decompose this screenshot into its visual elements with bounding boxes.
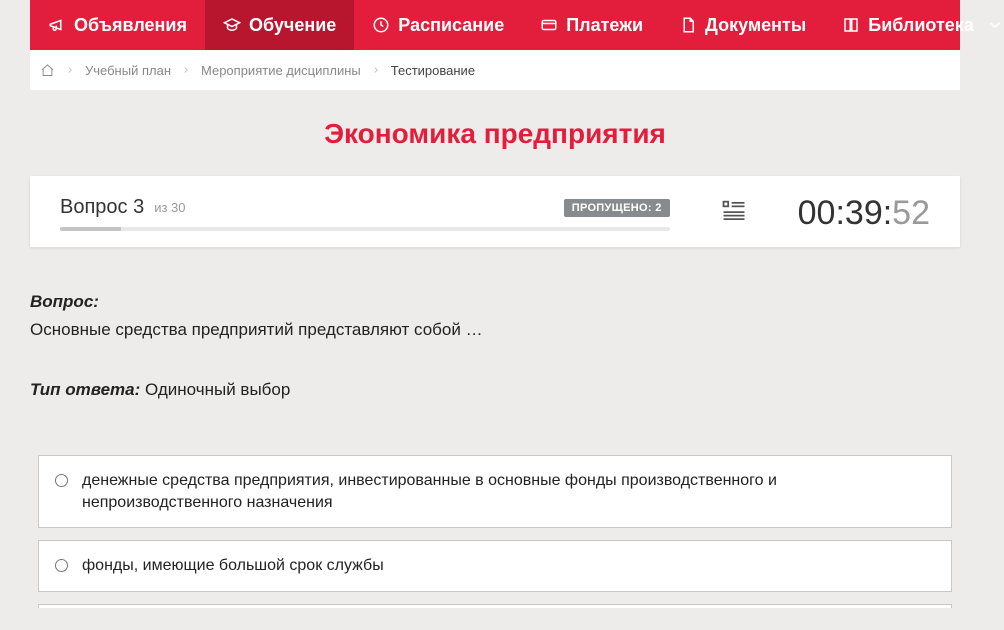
nav-documents[interactable]: Документы	[661, 0, 824, 50]
answer-type-value: Одиночный выбор	[145, 380, 290, 399]
chevron-right-icon	[181, 63, 191, 78]
progress-fill	[60, 227, 121, 231]
breadcrumb-current: Тестирование	[391, 63, 475, 78]
nav-payments[interactable]: Платежи	[522, 0, 661, 50]
question-text: Основные средства предприятий представля…	[30, 320, 960, 340]
top-nav: Объявления Обучение Расписание Платежи Д…	[30, 0, 960, 50]
question-total: из 30	[154, 200, 185, 215]
book-icon	[842, 16, 860, 34]
quiz-status-bar: Вопрос 3 из 30 ПРОПУЩЕНО: 2 00:39:52	[30, 176, 960, 247]
question-content: Вопрос: Основные средства предприятий пр…	[30, 292, 960, 608]
timer: 00:39:52	[798, 194, 930, 233]
document-icon	[679, 16, 697, 34]
chevron-right-icon	[371, 63, 381, 78]
graduation-icon	[223, 16, 241, 34]
radio-input[interactable]	[55, 559, 68, 572]
page-title: Экономика предприятия	[0, 118, 990, 150]
breadcrumb: Учебный план Мероприятие дисциплины Тест…	[30, 50, 960, 90]
home-icon[interactable]	[40, 63, 55, 78]
nav-label: Документы	[705, 15, 806, 36]
chevron-down-icon	[986, 16, 1004, 34]
nav-label: Обучение	[249, 15, 336, 36]
card-icon	[540, 16, 558, 34]
nav-label: Библиотека	[868, 15, 974, 36]
megaphone-icon	[48, 16, 66, 34]
answer-option[interactable]: денежные средства предприятия, инвестиро…	[38, 455, 952, 528]
answer-type-label: Тип ответа:	[30, 380, 140, 399]
breadcrumb-study-plan[interactable]: Учебный план	[85, 63, 171, 78]
answer-option[interactable]: фонды, имеющие большой срок службы	[38, 540, 952, 592]
question-list-button[interactable]	[720, 197, 748, 230]
skipped-badge: ПРОПУЩЕНО: 2	[564, 199, 670, 217]
nav-library[interactable]: Библиотека	[824, 0, 1004, 50]
radio-input[interactable]	[55, 474, 68, 487]
question-label: Вопрос:	[30, 292, 960, 312]
nav-schedule[interactable]: Расписание	[354, 0, 522, 50]
question-number: Вопрос 3	[60, 196, 144, 219]
nav-label: Расписание	[398, 15, 504, 36]
clock-icon	[372, 16, 390, 34]
chevron-right-icon	[65, 63, 75, 78]
option-text: фонды, имеющие большой срок службы	[82, 555, 384, 577]
breadcrumb-discipline-event[interactable]: Мероприятие дисциплины	[201, 63, 361, 78]
progress-bar	[60, 227, 670, 231]
nav-label: Объявления	[74, 15, 187, 36]
timer-main: 00:39:	[798, 194, 893, 233]
nav-label: Платежи	[566, 15, 643, 36]
timer-seconds: 52	[892, 194, 930, 233]
answer-option[interactable]	[38, 604, 952, 608]
nav-learning[interactable]: Обучение	[205, 0, 354, 50]
answer-options: денежные средства предприятия, инвестиро…	[30, 455, 960, 608]
nav-announcements[interactable]: Объявления	[30, 0, 205, 50]
option-text: денежные средства предприятия, инвестиро…	[82, 470, 935, 513]
